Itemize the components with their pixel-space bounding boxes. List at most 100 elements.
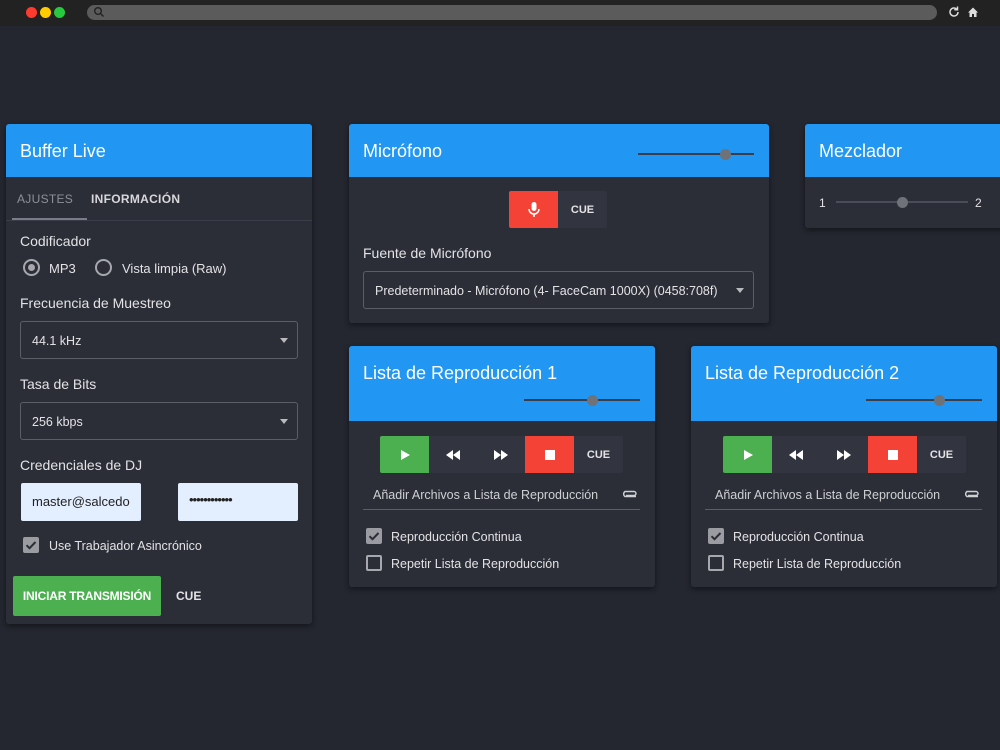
repeat-playlist-checkbox[interactable] (366, 555, 382, 571)
dropdown-caret-icon (280, 338, 288, 343)
minimize-window-dot[interactable] (40, 7, 51, 18)
stop-button[interactable] (868, 436, 917, 473)
tab-informacion[interactable]: INFORMACIÓN (91, 192, 180, 206)
encoder-raw-label: Vista limpia (Raw) (122, 261, 227, 276)
dropdown-caret-icon (736, 288, 744, 293)
buffer-live-header: Buffer Live (6, 124, 312, 177)
fast-forward-button[interactable] (477, 436, 525, 473)
username-input[interactable]: master@salcedo (21, 483, 141, 521)
username-value: master@salcedo (32, 494, 130, 509)
playlist-cue-button[interactable]: CUE (574, 436, 623, 473)
encoder-raw-radio[interactable] (95, 259, 112, 276)
slider-thumb[interactable] (897, 197, 908, 208)
sample-rate-select[interactable]: 44.1 kHz (20, 321, 298, 359)
slider-track (638, 153, 754, 155)
address-bar[interactable] (87, 5, 937, 20)
add-files-label: Añadir Archivos a Lista de Reproducción (373, 488, 599, 502)
async-worker-label: Use Trabajador Asincrónico (49, 539, 202, 553)
start-broadcast-button[interactable]: INICIAR TRANSMISIÓN (13, 576, 161, 616)
playlist-2-volume-slider[interactable] (866, 394, 982, 406)
play-button[interactable] (723, 436, 772, 473)
microphone-card: Micrófono CUE Fuente de Micrófono Predet… (349, 124, 769, 323)
repeat-playlist-label: Repetir Lista de Reproducción (391, 557, 560, 571)
mixer-header: Mezclador (805, 124, 1000, 177)
tab-ajustes[interactable]: AJUSTES (17, 192, 73, 206)
password-input[interactable]: •••••••••••• (178, 483, 298, 521)
mic-source-label: Fuente de Micrófono (363, 245, 492, 261)
add-files-label: Añadir Archivos a Lista de Reproducción (715, 488, 941, 502)
active-tab-indicator (12, 218, 87, 220)
home-icon[interactable] (966, 5, 980, 19)
playlist-1-volume-slider[interactable] (524, 394, 640, 406)
encoder-mp3-radio[interactable] (23, 259, 40, 276)
slider-track (866, 399, 982, 401)
mic-source-select[interactable]: Predeterminado - Micrófono (4- FaceCam 1… (363, 271, 754, 309)
fast-forward-button[interactable] (820, 436, 868, 473)
stop-icon (544, 449, 555, 460)
playlist-2-header: Lista de Reproducción 2 (691, 346, 997, 421)
slider-thumb[interactable] (934, 395, 945, 406)
mic-cue-button[interactable]: CUE (558, 191, 607, 228)
mic-toggle-button[interactable] (509, 191, 558, 228)
play-button[interactable] (380, 436, 429, 473)
card-title: Lista de Reproducción 1 (363, 363, 558, 383)
async-worker-checkbox[interactable] (23, 537, 39, 553)
check-icon (710, 532, 722, 541)
playlist-cue-button[interactable]: CUE (917, 436, 966, 473)
cue-button[interactable]: CUE (176, 589, 201, 603)
paperclip-icon (623, 490, 637, 498)
rewind-button[interactable] (429, 436, 477, 473)
mixer-left-label: 1 (819, 196, 826, 210)
continuous-play-label: Reproducción Continua (733, 530, 864, 544)
bitrate-select[interactable]: 256 kbps (20, 402, 298, 440)
play-icon (400, 449, 410, 460)
buffer-live-card: Buffer Live AJUSTES INFORMACIÓN Codifica… (6, 124, 312, 624)
password-value: •••••••••••• (189, 492, 233, 507)
browser-chrome (0, 0, 1000, 26)
mic-source-value: Predeterminado - Micrófono (4- FaceCam 1… (375, 284, 718, 298)
microphone-header: Micrófono (349, 124, 769, 177)
repeat-playlist-label: Repetir Lista de Reproducción (733, 557, 902, 571)
add-files-input[interactable]: Añadir Archivos a Lista de Reproducción (363, 484, 640, 510)
rewind-icon (789, 449, 803, 460)
reload-icon[interactable] (947, 5, 961, 19)
close-window-dot[interactable] (26, 7, 37, 18)
sample-rate-value: 44.1 kHz (32, 334, 82, 348)
continuous-play-checkbox[interactable] (366, 528, 382, 544)
stop-button[interactable] (525, 436, 574, 473)
check-icon (25, 541, 37, 550)
bitrate-value: 256 kbps (32, 415, 83, 429)
slider-thumb[interactable] (720, 149, 731, 160)
microphone-icon (527, 201, 540, 217)
repeat-playlist-checkbox[interactable] (708, 555, 724, 571)
fast-forward-icon (837, 449, 851, 460)
encoder-mp3-label: MP3 (49, 261, 76, 276)
search-icon (94, 7, 104, 17)
stop-icon (887, 449, 898, 460)
buffer-tabs: AJUSTES INFORMACIÓN (6, 177, 312, 221)
rewind-button[interactable] (772, 436, 820, 473)
continuous-play-checkbox[interactable] (708, 528, 724, 544)
maximize-window-dot[interactable] (54, 7, 65, 18)
add-files-input[interactable]: Añadir Archivos a Lista de Reproducción (705, 484, 982, 510)
playlist-1-header: Lista de Reproducción 1 (349, 346, 655, 421)
paperclip-icon (965, 490, 979, 498)
encoder-label: Codificador (20, 233, 91, 249)
card-title: Mezclador (819, 141, 903, 161)
slider-track (524, 399, 640, 401)
bitrate-label: Tasa de Bits (20, 376, 97, 392)
mixer-right-label: 2 (975, 196, 982, 210)
card-title: Micrófono (363, 141, 443, 161)
mic-button-group: CUE (509, 191, 607, 228)
mixer-card: Mezclador 1 2 (805, 124, 1000, 228)
slider-thumb[interactable] (587, 395, 598, 406)
dropdown-caret-icon (280, 419, 288, 424)
playlist-2-transport: CUE (723, 436, 966, 473)
fast-forward-icon (494, 449, 508, 460)
card-title: Buffer Live (20, 141, 106, 161)
crossfader-slider[interactable] (836, 196, 968, 208)
check-icon (368, 532, 380, 541)
mic-volume-slider[interactable] (638, 148, 754, 160)
credentials-label: Credenciales de DJ (20, 457, 143, 473)
play-icon (743, 449, 753, 460)
